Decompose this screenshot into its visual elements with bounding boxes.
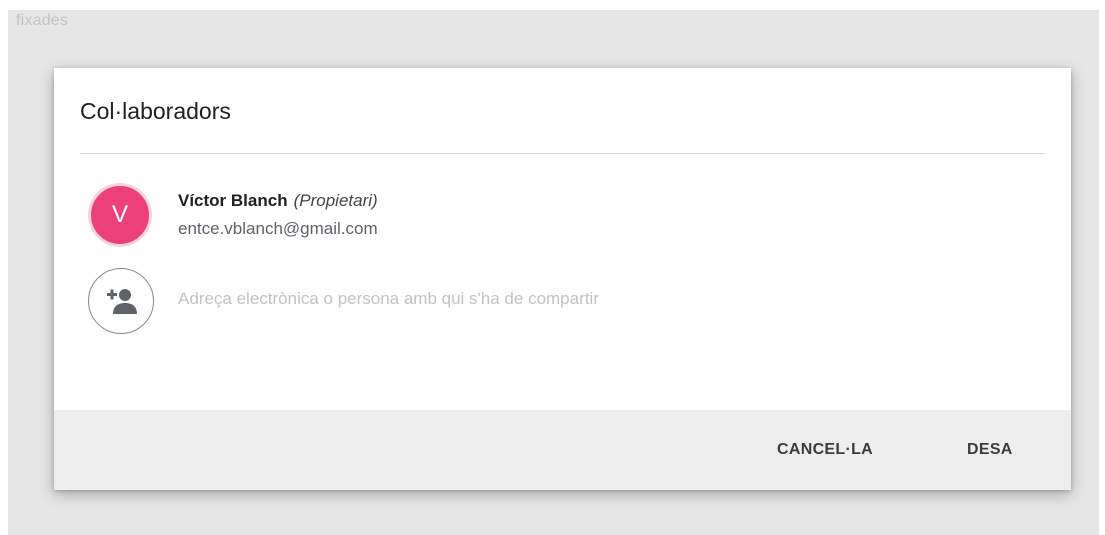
owner-email: entce.vblanch@gmail.com [178,219,378,238]
avatar-initial: V [111,201,128,228]
save-button[interactable]: DESA [959,432,1021,468]
owner-avatar: V [88,183,152,247]
owner-name: Víctor Blanch [178,191,288,210]
dialog-footer: CANCEL·LA DESA [54,410,1071,490]
add-person-icon [107,289,137,314]
title-divider [80,153,1045,154]
share-email-input[interactable] [174,284,1002,314]
cancel-button[interactable]: CANCEL·LA [769,432,881,468]
owner-role: (Propietari) [293,191,378,210]
dialog-title: Col·laboradors [80,98,231,124]
add-collaborator-avatar [88,268,154,334]
owner-info: Víctor Blanch (Propietari) [178,191,378,211]
background-label: fixades [16,12,69,29]
collaborators-dialog: Col·laboradors V Víctor Blanch (Propietar… [54,68,1071,490]
